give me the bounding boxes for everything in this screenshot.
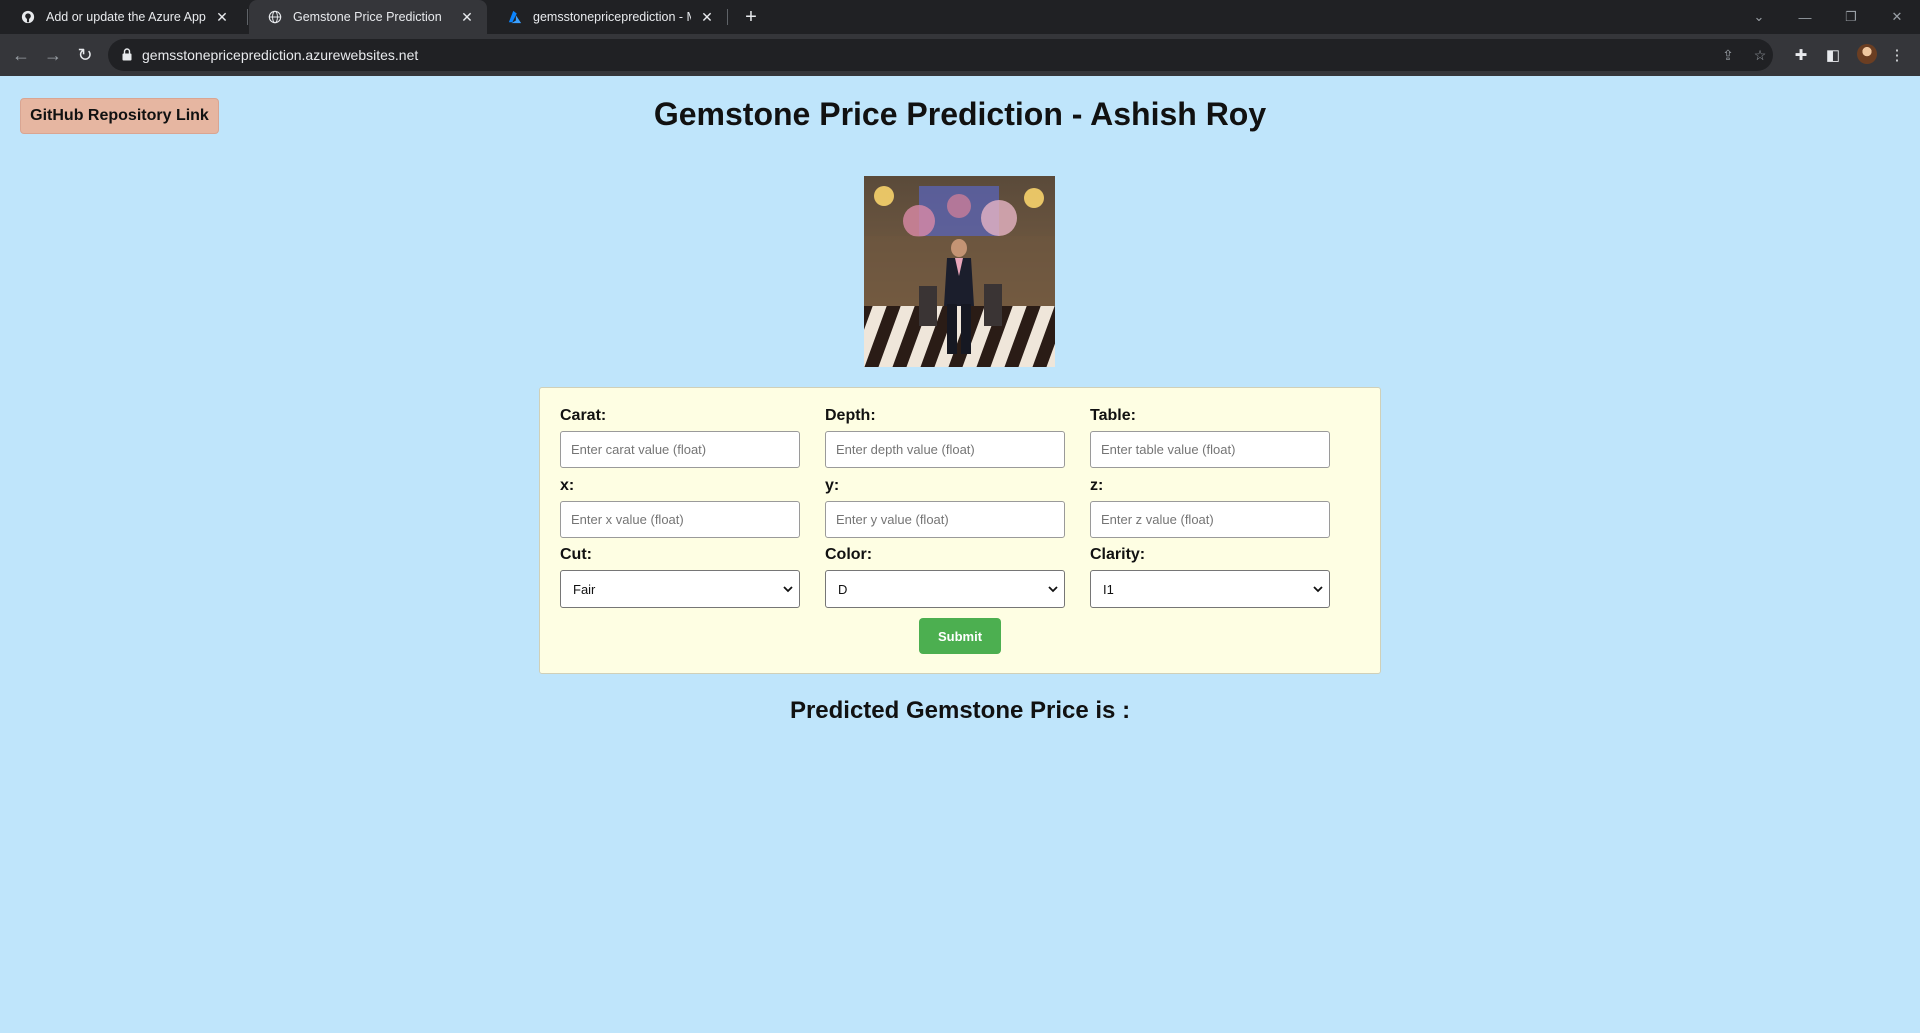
depth-label: Depth: (825, 407, 876, 424)
restore-icon[interactable]: ❐ (1835, 0, 1867, 34)
tab-separator (247, 9, 248, 25)
color-select[interactable]: D (825, 570, 1065, 608)
carat-label: Carat: (560, 407, 607, 424)
browser-toolbar: ← → ↻ gemsstonepriceprediction.azurewebs… (0, 34, 1920, 76)
bookmark-star-icon[interactable]: ☆ (1751, 46, 1769, 64)
chevron-down-icon (1307, 571, 1329, 607)
web-page: GitHub Repository Link Gemstone Price Pr… (0, 76, 1920, 1033)
tab-title: Add or update the Azure App Se (46, 10, 206, 24)
submit-button[interactable]: Submit (919, 618, 1001, 654)
table-label: Table: (1090, 407, 1136, 424)
extensions-puzzle-icon[interactable]: ✚ (1791, 45, 1811, 65)
color-selected-value: D (838, 581, 848, 597)
clarity-label: Clarity: (1090, 546, 1146, 563)
z-label: z: (1090, 477, 1104, 494)
close-icon[interactable]: ✕ (459, 9, 475, 26)
cut-select[interactable]: Fair (560, 570, 800, 608)
carat-input[interactable] (560, 431, 800, 468)
lock-icon (122, 48, 132, 61)
forward-arrow-icon[interactable]: → (39, 41, 67, 69)
url-text: gemsstonepriceprediction.azurewebsites.n… (142, 47, 419, 63)
globe-icon (267, 9, 283, 25)
chevron-down-icon (777, 571, 799, 607)
chevron-down-icon (1042, 571, 1064, 607)
browser-tab-gemstone[interactable]: Gemstone Price Prediction ✕ (249, 0, 487, 34)
side-panel-icon[interactable]: ◧ (1823, 45, 1843, 65)
profile-photo (864, 176, 1055, 367)
browser-tab-azure[interactable]: gemsstonepriceprediction - Mic ✕ (489, 0, 727, 34)
prediction-form: Carat: Depth: Table: x: y: z: Cut: Fair … (539, 387, 1381, 674)
new-tab-button[interactable]: + (738, 4, 764, 30)
tab-search-chevron-icon[interactable]: ⌄ (1743, 0, 1775, 34)
table-input[interactable] (1090, 431, 1330, 468)
clarity-select[interactable]: I1 (1090, 570, 1330, 608)
window-close-icon[interactable]: ✕ (1881, 0, 1913, 34)
minimize-icon[interactable]: — (1789, 0, 1821, 34)
github-icon (20, 9, 36, 25)
browser-tab-github[interactable]: Add or update the Azure App Se ✕ (2, 0, 242, 34)
address-bar[interactable]: gemsstonepriceprediction.azurewebsites.n… (108, 39, 1773, 71)
page-title: Gemstone Price Prediction - Ashish Roy (653, 96, 1267, 132)
close-icon[interactable]: ✕ (214, 9, 230, 26)
cut-selected-value: Fair (573, 581, 596, 597)
tab-separator (727, 9, 728, 25)
x-input[interactable] (560, 501, 800, 538)
y-label: y: (825, 477, 840, 494)
menu-kebab-icon[interactable]: ⋮ (1887, 45, 1907, 65)
x-label: x: (560, 477, 575, 494)
back-arrow-icon[interactable]: ← (7, 41, 35, 69)
clarity-selected-value: I1 (1103, 581, 1114, 597)
browser-tab-bar: Add or update the Azure App Se ✕ Gemston… (0, 0, 1920, 34)
y-input[interactable] (825, 501, 1065, 538)
azure-icon (507, 9, 523, 25)
share-icon[interactable]: ⇪ (1719, 46, 1737, 64)
profile-avatar[interactable] (1857, 44, 1877, 64)
close-icon[interactable]: ✕ (699, 9, 715, 26)
prediction-result-heading: Predicted Gemstone Price is : (789, 697, 1131, 724)
tab-title: Gemstone Price Prediction (293, 10, 442, 24)
z-input[interactable] (1090, 501, 1330, 538)
tab-title: gemsstonepriceprediction - Mic (533, 10, 691, 24)
color-label: Color: (825, 546, 873, 563)
cut-label: Cut: (560, 546, 592, 563)
reload-icon[interactable]: ↻ (71, 41, 99, 69)
depth-input[interactable] (825, 431, 1065, 468)
